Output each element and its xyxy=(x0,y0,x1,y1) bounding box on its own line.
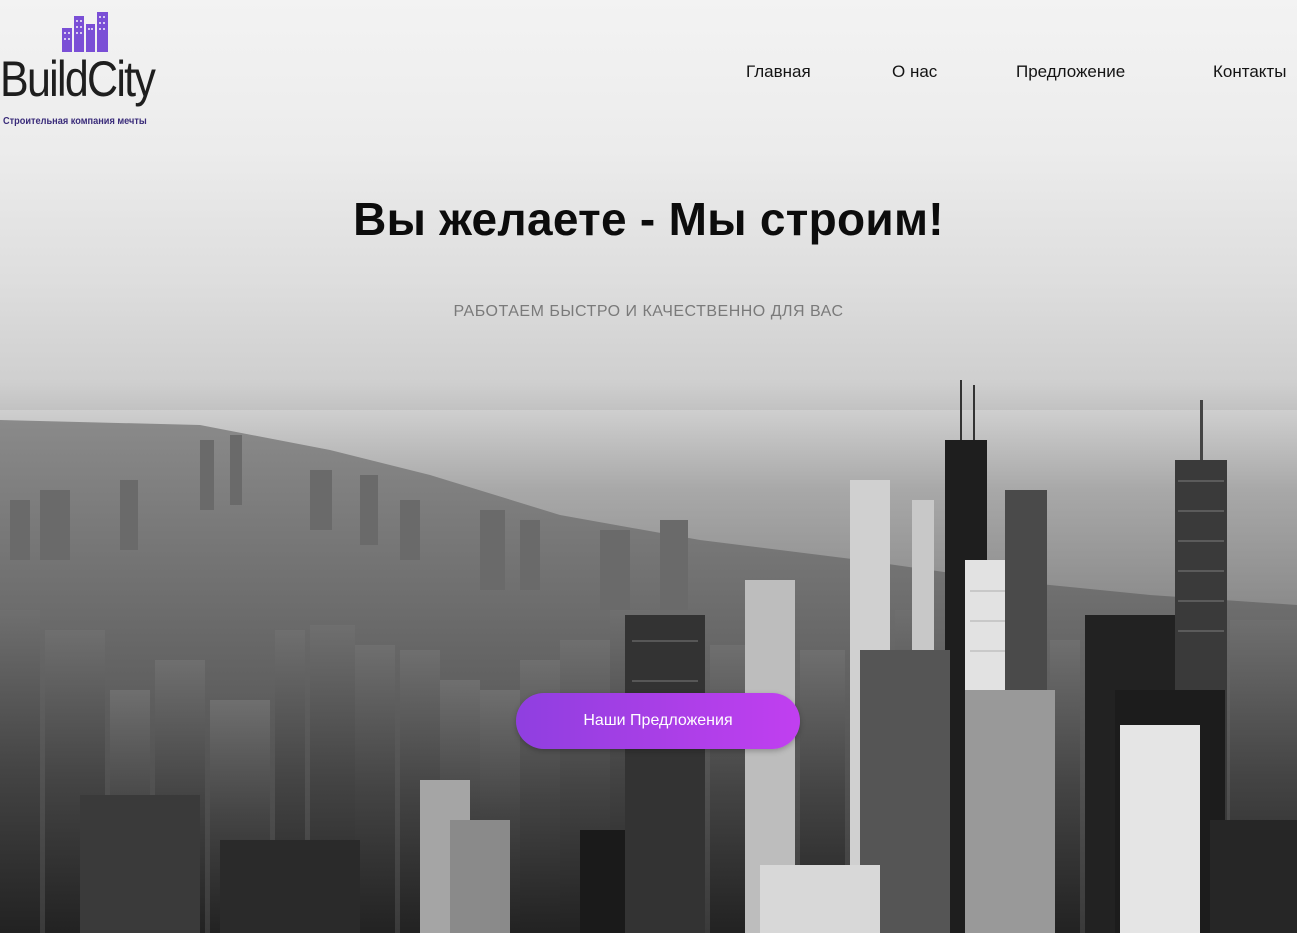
city-skyline-image xyxy=(0,380,1297,933)
hero-section: BuildCity Строительная компания мечты Гл… xyxy=(0,0,1297,933)
brand-tagline: Строительная компания мечты xyxy=(3,116,147,127)
nav-link-offers[interactable]: Предложение xyxy=(1016,62,1125,82)
nav-link-about[interactable]: О нас xyxy=(892,62,937,82)
our-offers-button[interactable]: Наши Предложения xyxy=(516,693,800,749)
buildings-icon xyxy=(62,12,108,52)
nav-link-contacts[interactable]: Контакты xyxy=(1213,62,1286,82)
nav-link-home[interactable]: Главная xyxy=(746,62,811,82)
hero-subtitle: РАБОТАЕМ БЫСТРО И КАЧЕСТВЕННО ДЛЯ ВАС xyxy=(453,303,844,320)
hero-title: Вы желаете - Мы строим! xyxy=(353,193,944,245)
main-navigation: Главная О нас Предложение Контакты xyxy=(0,62,1297,86)
